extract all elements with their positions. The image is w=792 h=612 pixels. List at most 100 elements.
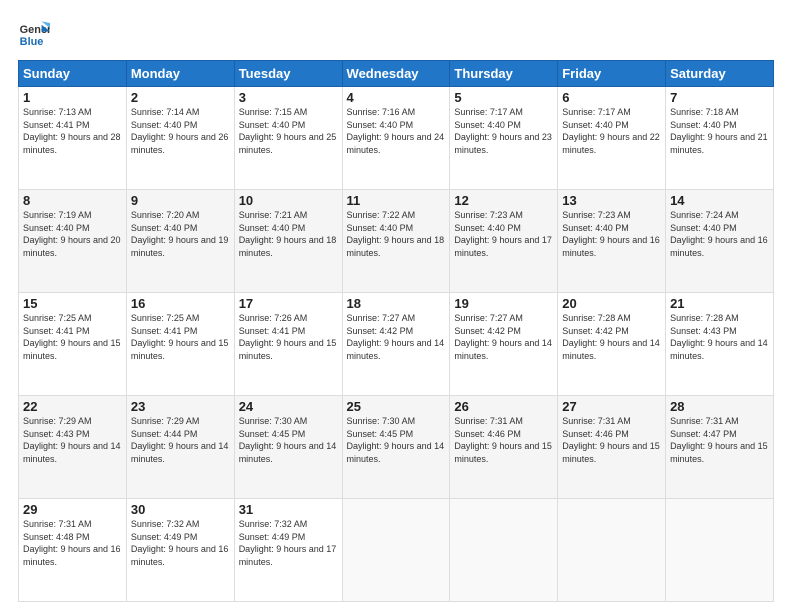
week-row-3: 15 Sunrise: 7:25 AMSunset: 4:41 PMDaylig…: [19, 293, 774, 396]
day-number: 8: [23, 193, 122, 208]
day-info: Sunrise: 7:23 AMSunset: 4:40 PMDaylight:…: [562, 210, 660, 258]
day-info: Sunrise: 7:17 AMSunset: 4:40 PMDaylight:…: [454, 107, 552, 155]
day-info: Sunrise: 7:30 AMSunset: 4:45 PMDaylight:…: [347, 416, 445, 464]
day-cell: 7 Sunrise: 7:18 AMSunset: 4:40 PMDayligh…: [666, 87, 774, 190]
week-row-5: 29 Sunrise: 7:31 AMSunset: 4:48 PMDaylig…: [19, 499, 774, 602]
day-info: Sunrise: 7:31 AMSunset: 4:46 PMDaylight:…: [562, 416, 660, 464]
day-number: 22: [23, 399, 122, 414]
day-cell: 5 Sunrise: 7:17 AMSunset: 4:40 PMDayligh…: [450, 87, 558, 190]
day-info: Sunrise: 7:24 AMSunset: 4:40 PMDaylight:…: [670, 210, 768, 258]
day-cell: 17 Sunrise: 7:26 AMSunset: 4:41 PMDaylig…: [234, 293, 342, 396]
day-cell: 21 Sunrise: 7:28 AMSunset: 4:43 PMDaylig…: [666, 293, 774, 396]
weekday-header-friday: Friday: [558, 61, 666, 87]
day-number: 31: [239, 502, 338, 517]
day-info: Sunrise: 7:25 AMSunset: 4:41 PMDaylight:…: [23, 313, 121, 361]
day-cell: 26 Sunrise: 7:31 AMSunset: 4:46 PMDaylig…: [450, 396, 558, 499]
day-number: 28: [670, 399, 769, 414]
day-cell: 10 Sunrise: 7:21 AMSunset: 4:40 PMDaylig…: [234, 190, 342, 293]
day-info: Sunrise: 7:14 AMSunset: 4:40 PMDaylight:…: [131, 107, 229, 155]
day-number: 15: [23, 296, 122, 311]
day-info: Sunrise: 7:29 AMSunset: 4:44 PMDaylight:…: [131, 416, 229, 464]
day-number: 2: [131, 90, 230, 105]
day-cell: 9 Sunrise: 7:20 AMSunset: 4:40 PMDayligh…: [126, 190, 234, 293]
day-cell: 18 Sunrise: 7:27 AMSunset: 4:42 PMDaylig…: [342, 293, 450, 396]
day-number: 17: [239, 296, 338, 311]
day-info: Sunrise: 7:29 AMSunset: 4:43 PMDaylight:…: [23, 416, 121, 464]
weekday-header-tuesday: Tuesday: [234, 61, 342, 87]
day-number: 25: [347, 399, 446, 414]
day-number: 12: [454, 193, 553, 208]
day-info: Sunrise: 7:16 AMSunset: 4:40 PMDaylight:…: [347, 107, 445, 155]
day-cell: 14 Sunrise: 7:24 AMSunset: 4:40 PMDaylig…: [666, 190, 774, 293]
day-number: 19: [454, 296, 553, 311]
day-cell: 3 Sunrise: 7:15 AMSunset: 4:40 PMDayligh…: [234, 87, 342, 190]
day-info: Sunrise: 7:31 AMSunset: 4:47 PMDaylight:…: [670, 416, 768, 464]
day-cell: 22 Sunrise: 7:29 AMSunset: 4:43 PMDaylig…: [19, 396, 127, 499]
day-cell: 2 Sunrise: 7:14 AMSunset: 4:40 PMDayligh…: [126, 87, 234, 190]
day-number: 4: [347, 90, 446, 105]
day-info: Sunrise: 7:28 AMSunset: 4:42 PMDaylight:…: [562, 313, 660, 361]
day-cell: [666, 499, 774, 602]
week-row-1: 1 Sunrise: 7:13 AMSunset: 4:41 PMDayligh…: [19, 87, 774, 190]
day-cell: [558, 499, 666, 602]
day-info: Sunrise: 7:28 AMSunset: 4:43 PMDaylight:…: [670, 313, 768, 361]
day-number: 27: [562, 399, 661, 414]
day-cell: 25 Sunrise: 7:30 AMSunset: 4:45 PMDaylig…: [342, 396, 450, 499]
day-info: Sunrise: 7:27 AMSunset: 4:42 PMDaylight:…: [454, 313, 552, 361]
day-info: Sunrise: 7:20 AMSunset: 4:40 PMDaylight:…: [131, 210, 229, 258]
day-number: 13: [562, 193, 661, 208]
day-cell: 16 Sunrise: 7:25 AMSunset: 4:41 PMDaylig…: [126, 293, 234, 396]
day-number: 14: [670, 193, 769, 208]
day-number: 11: [347, 193, 446, 208]
weekday-header-monday: Monday: [126, 61, 234, 87]
day-number: 5: [454, 90, 553, 105]
day-info: Sunrise: 7:25 AMSunset: 4:41 PMDaylight:…: [131, 313, 229, 361]
day-number: 21: [670, 296, 769, 311]
calendar-table: SundayMondayTuesdayWednesdayThursdayFrid…: [18, 60, 774, 602]
day-cell: [450, 499, 558, 602]
day-cell: 27 Sunrise: 7:31 AMSunset: 4:46 PMDaylig…: [558, 396, 666, 499]
weekday-header-saturday: Saturday: [666, 61, 774, 87]
header: General Blue: [18, 18, 774, 50]
day-number: 23: [131, 399, 230, 414]
day-info: Sunrise: 7:31 AMSunset: 4:48 PMDaylight:…: [23, 519, 121, 567]
day-number: 24: [239, 399, 338, 414]
day-cell: 8 Sunrise: 7:19 AMSunset: 4:40 PMDayligh…: [19, 190, 127, 293]
day-number: 1: [23, 90, 122, 105]
day-info: Sunrise: 7:30 AMSunset: 4:45 PMDaylight:…: [239, 416, 337, 464]
weekday-header-row: SundayMondayTuesdayWednesdayThursdayFrid…: [19, 61, 774, 87]
weekday-header-wednesday: Wednesday: [342, 61, 450, 87]
day-info: Sunrise: 7:19 AMSunset: 4:40 PMDaylight:…: [23, 210, 121, 258]
weekday-header-sunday: Sunday: [19, 61, 127, 87]
day-info: Sunrise: 7:17 AMSunset: 4:40 PMDaylight:…: [562, 107, 660, 155]
logo: General Blue: [18, 18, 50, 50]
day-cell: 19 Sunrise: 7:27 AMSunset: 4:42 PMDaylig…: [450, 293, 558, 396]
generalblue-logo-icon: General Blue: [18, 18, 50, 50]
day-number: 3: [239, 90, 338, 105]
day-info: Sunrise: 7:31 AMSunset: 4:46 PMDaylight:…: [454, 416, 552, 464]
day-cell: 6 Sunrise: 7:17 AMSunset: 4:40 PMDayligh…: [558, 87, 666, 190]
day-cell: 29 Sunrise: 7:31 AMSunset: 4:48 PMDaylig…: [19, 499, 127, 602]
day-number: 20: [562, 296, 661, 311]
day-cell: 30 Sunrise: 7:32 AMSunset: 4:49 PMDaylig…: [126, 499, 234, 602]
day-number: 30: [131, 502, 230, 517]
day-info: Sunrise: 7:27 AMSunset: 4:42 PMDaylight:…: [347, 313, 445, 361]
weekday-header-thursday: Thursday: [450, 61, 558, 87]
day-cell: 31 Sunrise: 7:32 AMSunset: 4:49 PMDaylig…: [234, 499, 342, 602]
day-number: 29: [23, 502, 122, 517]
day-info: Sunrise: 7:18 AMSunset: 4:40 PMDaylight:…: [670, 107, 768, 155]
page: General Blue SundayMondayTuesdayWednesda…: [0, 0, 792, 612]
day-cell: 11 Sunrise: 7:22 AMSunset: 4:40 PMDaylig…: [342, 190, 450, 293]
day-cell: 20 Sunrise: 7:28 AMSunset: 4:42 PMDaylig…: [558, 293, 666, 396]
day-info: Sunrise: 7:23 AMSunset: 4:40 PMDaylight:…: [454, 210, 552, 258]
day-cell: 4 Sunrise: 7:16 AMSunset: 4:40 PMDayligh…: [342, 87, 450, 190]
day-cell: 13 Sunrise: 7:23 AMSunset: 4:40 PMDaylig…: [558, 190, 666, 293]
day-number: 16: [131, 296, 230, 311]
svg-text:Blue: Blue: [20, 36, 44, 48]
day-cell: [342, 499, 450, 602]
day-cell: 24 Sunrise: 7:30 AMSunset: 4:45 PMDaylig…: [234, 396, 342, 499]
day-number: 26: [454, 399, 553, 414]
day-number: 7: [670, 90, 769, 105]
day-cell: 12 Sunrise: 7:23 AMSunset: 4:40 PMDaylig…: [450, 190, 558, 293]
day-info: Sunrise: 7:26 AMSunset: 4:41 PMDaylight:…: [239, 313, 337, 361]
